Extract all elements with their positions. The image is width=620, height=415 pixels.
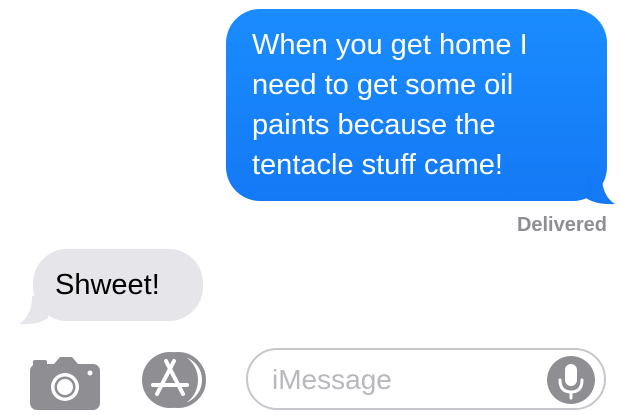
message-line: tentacle stuff came!: [252, 149, 503, 181]
sent-bubble-tail: [586, 176, 615, 205]
received-message-bubble[interactable]: Shweet!: [33, 249, 203, 321]
message-line: need to get some oil: [252, 69, 514, 101]
dictation-button[interactable]: [547, 356, 595, 404]
message-input[interactable]: [272, 360, 532, 400]
message-thread: When you get home I need to get some oil…: [0, 0, 620, 340]
message-line: paints because the: [252, 109, 496, 141]
microphone-icon: [558, 364, 584, 400]
camera-button[interactable]: [30, 354, 100, 410]
message-line: When you get home I: [252, 29, 528, 61]
message-input-bar: [0, 340, 620, 410]
message-text: Shweet!: [55, 269, 160, 301]
app-store-button[interactable]: [138, 352, 218, 408]
sent-message-bubble[interactable]: When you get home I need to get some oil…: [226, 9, 607, 201]
received-bubble-tail: [19, 296, 48, 325]
camera-icon: [30, 357, 100, 410]
delivery-status: Delivered: [516, 214, 607, 236]
message-field[interactable]: [246, 348, 606, 410]
app-store-icon: [142, 352, 206, 408]
